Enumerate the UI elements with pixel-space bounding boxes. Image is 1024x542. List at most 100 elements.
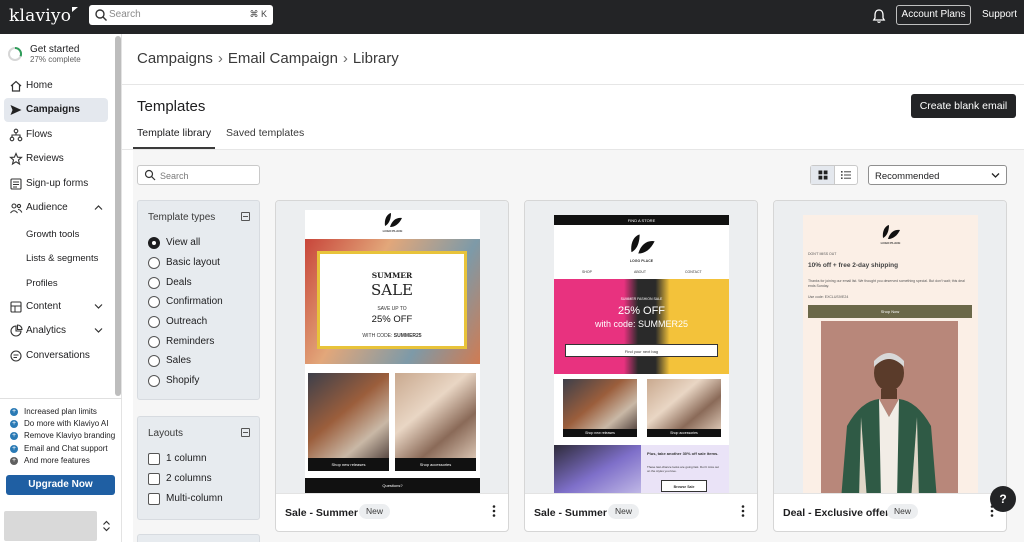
collapse-icon[interactable]: [241, 212, 250, 221]
chat-icon: [10, 350, 22, 362]
option-label: Confirmation: [166, 296, 223, 307]
sidebar-divider: [0, 398, 122, 399]
klaviyo-logo[interactable]: klaviyo: [9, 6, 79, 26]
new-badge: New: [608, 504, 640, 519]
extra-sale-panel: Plus, take another 30% off sale items. T…: [641, 445, 729, 493]
code-value: SUMMER25: [393, 333, 422, 339]
eyebrow-text: DON'T MISS OUT: [808, 252, 837, 256]
sidebar-item-campaigns[interactable]: Campaigns: [4, 98, 108, 122]
plus-icon: +: [10, 420, 18, 428]
button-label: Find your next bag: [624, 349, 659, 354]
browse-sale-button: Browse Sale: [661, 480, 707, 492]
more-options-icon[interactable]: [741, 505, 745, 517]
sidebar-item-content[interactable]: Content: [4, 295, 108, 319]
option-label: Basic layout: [166, 257, 220, 268]
checkbox-icon: [148, 473, 160, 485]
search-icon: [95, 9, 107, 21]
button-label: Shop new releases: [585, 431, 615, 435]
sidebar-item-flows[interactable]: Flows: [4, 123, 108, 147]
account-switcher[interactable]: [4, 511, 97, 541]
sidebar-item-home[interactable]: Home: [4, 74, 108, 98]
sidebar: Get started 27% complete Home Campaigns …: [0, 34, 122, 542]
sort-select[interactable]: Recommended: [868, 165, 1007, 185]
form-icon: [10, 178, 22, 190]
email-sheet: LOGO PLACE DON'T MISS OUT 10% off + free…: [803, 215, 978, 493]
shop-accessories-button: Shop accessories: [647, 429, 721, 437]
product-image-accessories: [395, 373, 476, 458]
sidebar-subitem-profiles[interactable]: Profiles: [26, 278, 58, 289]
filter-more: [137, 534, 260, 542]
extra-body: These last-chance looks are going fast. …: [647, 465, 719, 473]
button-label: Shop accessories: [670, 431, 698, 435]
more-options-icon[interactable]: [492, 505, 496, 517]
radio-icon: [148, 375, 160, 387]
people-icon: [10, 203, 23, 214]
sidebar-item-label: Analytics: [26, 325, 67, 336]
search-placeholder: Search: [109, 9, 141, 20]
card-divider: [276, 493, 508, 494]
sidebar-subitem-lists-segments[interactable]: Lists & segments: [26, 253, 98, 264]
code-label: WITH CODE:: [362, 333, 393, 339]
template-preview[interactable]: LOGO PLACE SUMMER SALE SAVE UP TO 25% OF…: [276, 201, 508, 493]
breadcrumb: Campaigns › Email Campaign › Library: [137, 50, 399, 67]
leaf-logo-icon: [631, 234, 655, 254]
progress-ring-icon: [8, 46, 23, 61]
footer-text: Questions?: [382, 483, 403, 488]
nav-about: ABOUT: [634, 270, 647, 274]
filter-title: Template types: [148, 212, 216, 223]
sidebar-subitem-growth-tools[interactable]: Growth tools: [26, 229, 79, 240]
sidebar-item-reviews[interactable]: Reviews: [4, 147, 108, 171]
leaf-logo-icon: [882, 225, 900, 239]
account-plans-button[interactable]: Account Plans: [896, 5, 971, 25]
chevron-up-down-icon[interactable]: [102, 520, 111, 532]
store-text: FIND A STORE: [627, 218, 656, 223]
create-blank-email-button[interactable]: Create blank email: [911, 94, 1016, 118]
sale-panel: SUMMER SALE SAVE UP TO 25% OFF WITH CODE…: [317, 251, 467, 349]
nav-contact: CONTACT: [685, 270, 702, 274]
breadcrumb-campaigns[interactable]: Campaigns: [137, 50, 213, 67]
template-name: Sale - Summer: [534, 507, 607, 519]
template-card-sale-summer-2[interactable]: FIND A STORE LOGO PLACE SHOP ABOUT CONTA…: [524, 200, 758, 532]
template-card-deal-exclusive-offer[interactable]: LOGO PLACE DON'T MISS OUT 10% off + free…: [773, 200, 1007, 532]
sidebar-scrollbar[interactable]: [115, 36, 121, 396]
feature-label: Email and Chat support: [24, 444, 108, 453]
template-card-sale-summer[interactable]: LOGO PLACE SUMMER SALE SAVE UP TO 25% OF…: [275, 200, 509, 532]
top-bar: klaviyo Search ⌘ K Account Plans Support: [0, 0, 1024, 34]
sidebar-item-signup-forms[interactable]: Sign-up forms: [4, 172, 108, 196]
global-search-input[interactable]: Search ⌘ K: [89, 5, 273, 25]
get-started-title[interactable]: Get started: [30, 44, 79, 55]
filter-layouts: Layouts 1 column 2 columns Multi-column: [137, 416, 260, 520]
chevron-down-icon: [991, 173, 1000, 178]
option-label: 1 column: [166, 453, 207, 464]
shop-now-button: Shop Now: [808, 305, 972, 318]
feature-label: Increased plan limits: [24, 407, 97, 416]
headline-top: SUMMER: [371, 271, 413, 280]
option-label: Reminders: [166, 336, 215, 347]
breadcrumb-email-campaign[interactable]: Email Campaign: [228, 50, 338, 67]
sort-value: Recommended: [875, 171, 940, 182]
page-title: Templates: [137, 98, 206, 115]
list-view-button[interactable]: [835, 166, 857, 184]
sidebar-item-audience[interactable]: Audience: [4, 196, 108, 220]
collapse-icon[interactable]: [241, 428, 250, 437]
tab-template-library[interactable]: Template library: [137, 127, 211, 139]
sidebar-item-label: Conversations: [26, 350, 90, 361]
sidebar-item-analytics[interactable]: Analytics: [4, 319, 108, 343]
bell-icon[interactable]: [872, 8, 886, 24]
support-link[interactable]: Support: [982, 9, 1017, 20]
plus-icon: +: [10, 432, 18, 440]
shop-accessories-button: Shop accessories: [395, 458, 476, 471]
sidebar-item-label: Campaigns: [26, 104, 80, 115]
help-button[interactable]: ?: [990, 486, 1016, 512]
checkbox-icon: [148, 493, 160, 505]
tab-saved-templates[interactable]: Saved templates: [226, 127, 304, 139]
upgrade-now-button[interactable]: Upgrade Now: [6, 475, 115, 495]
template-preview[interactable]: LOGO PLACE DON'T MISS OUT 10% off + free…: [774, 201, 1006, 493]
email-sheet: FIND A STORE LOGO PLACE SHOP ABOUT CONTA…: [554, 215, 729, 493]
sidebar-item-conversations[interactable]: Conversations: [4, 344, 108, 368]
grid-view-button[interactable]: [811, 166, 835, 184]
radio-icon: [148, 257, 160, 269]
library-search-input[interactable]: Search: [137, 165, 260, 185]
product-image-bag: [563, 379, 637, 429]
template-preview[interactable]: FIND A STORE LOGO PLACE SHOP ABOUT CONTA…: [525, 201, 757, 493]
